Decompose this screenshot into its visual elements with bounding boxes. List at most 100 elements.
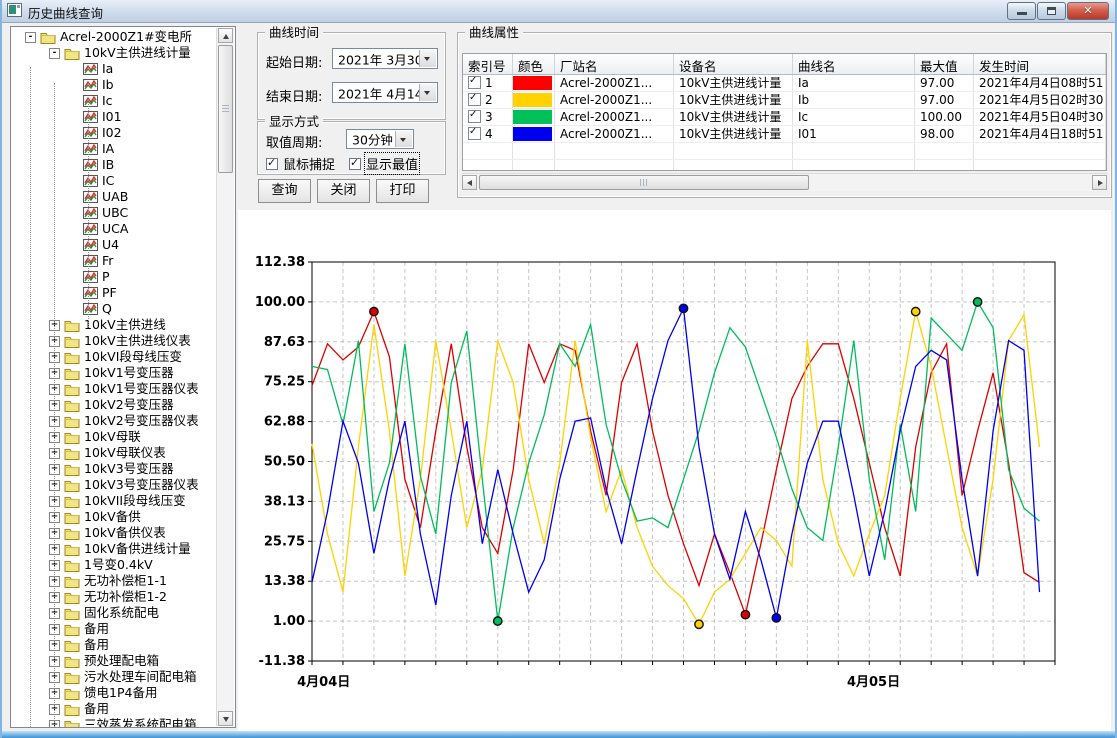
titlebar[interactable]: 历史曲线查询 ✕ xyxy=(2,0,1115,23)
tree-item-folder[interactable]: +污水处理车间配电箱 xyxy=(11,669,217,685)
scroll-left-button[interactable] xyxy=(462,175,477,190)
column-header[interactable]: 索引号 xyxy=(463,54,513,74)
tree-item-folder[interactable]: +10kV备供仪表 xyxy=(11,525,217,541)
scroll-right-button[interactable] xyxy=(1092,175,1107,190)
tree-item-folder[interactable]: -Acrel-2000Z1#变电所 xyxy=(11,29,217,45)
show-extremes-checkbox[interactable]: ✓ 显示最值 xyxy=(349,154,418,173)
row-checkbox[interactable]: ✓ xyxy=(468,76,481,89)
folder-icon xyxy=(64,463,80,476)
curve-time-group-label: 曲线时间 xyxy=(265,25,323,40)
column-header[interactable]: 厂站名 xyxy=(555,54,674,74)
column-header[interactable]: 颜色 xyxy=(513,54,555,74)
tree-item-curve[interactable]: UAB xyxy=(11,189,217,205)
tree-item-folder[interactable]: +10kVII段母线压变 xyxy=(11,493,217,509)
tree-item-curve[interactable]: P xyxy=(11,269,217,285)
tree-item-folder[interactable]: +10kV2号变压器仪表 xyxy=(11,413,217,429)
end-date-dropdown-button[interactable] xyxy=(419,84,436,101)
scroll-right-icon xyxy=(1098,180,1103,186)
tree-item-curve[interactable]: Fr xyxy=(11,253,217,269)
tree-item-folder[interactable]: +10kV母联仪表 xyxy=(11,445,217,461)
tree-item-folder[interactable]: +10kV主供进线仪表 xyxy=(11,333,217,349)
tree-item-curve[interactable]: PF xyxy=(11,285,217,301)
mouse-capture-checkbox[interactable]: ✓ 鼠标捕捉 xyxy=(266,154,335,173)
tree-item-label: 10kVI段母线压变 xyxy=(84,349,182,365)
close-button[interactable]: ✕ xyxy=(1067,2,1109,20)
tree-item-folder[interactable]: -10kV主供进线计量 xyxy=(11,45,217,61)
tree-item-folder[interactable]: +备用 xyxy=(11,637,217,653)
tree-item-label: 10kV备供 xyxy=(84,509,141,525)
tree-item-curve[interactable]: Ib xyxy=(11,77,217,93)
tree-item-curve[interactable]: IA xyxy=(11,141,217,157)
tree-item-curve[interactable]: U4 xyxy=(11,237,217,253)
scroll-up-button[interactable] xyxy=(218,28,233,43)
tree-item-folder[interactable]: +10kV3号变压器 xyxy=(11,461,217,477)
collapse-icon[interactable]: - xyxy=(49,48,60,59)
table-hscrollbar-thumb[interactable] xyxy=(479,175,809,190)
tree-item-folder[interactable]: +10kVI段母线压变 xyxy=(11,349,217,365)
print-button[interactable]: 打印 xyxy=(376,179,429,203)
tree-item-folder[interactable]: +馈电1P4备用 xyxy=(11,685,217,701)
period-select[interactable]: 30分钟 xyxy=(346,129,414,149)
column-header[interactable]: 发生时间 xyxy=(974,54,1106,74)
thumb-grip-icon xyxy=(222,105,229,113)
tree-item-folder[interactable]: +10kV主供进线 xyxy=(11,317,217,333)
column-header[interactable]: 曲线名 xyxy=(793,54,915,74)
tree-item-folder[interactable]: +10kV1号变压器 xyxy=(11,365,217,381)
table-row[interactable]: ✓3Acrel-2000Z1...10kV主供进线计量Ic100.002021年… xyxy=(463,109,1106,126)
tree-scrollbar[interactable] xyxy=(216,28,234,726)
tree-item-folder[interactable]: +备用 xyxy=(11,621,217,637)
curve-icon xyxy=(83,175,98,187)
tree-scrollbar-thumb[interactable] xyxy=(218,45,233,173)
table-hscrollbar[interactable] xyxy=(462,173,1107,191)
row-checkbox[interactable]: ✓ xyxy=(468,110,481,123)
tree-item-folder[interactable]: +10kV备供 xyxy=(11,509,217,525)
row-checkbox[interactable]: ✓ xyxy=(468,127,481,140)
curve-properties-table: 索引号颜色厂站名设备名曲线名最大值发生时间✓1Acrel-2000Z1...10… xyxy=(462,53,1107,171)
table-row[interactable]: ✓1Acrel-2000Z1...10kV主供进线计量Ia97.002021年4… xyxy=(463,75,1106,92)
restore-button[interactable] xyxy=(1037,2,1066,20)
start-date-label: 起始日期: xyxy=(266,52,322,71)
tree-item-curve[interactable]: I01 xyxy=(11,109,217,125)
tree-item-curve[interactable]: UCA xyxy=(11,221,217,237)
tree-item-folder[interactable]: +10kV母联 xyxy=(11,429,217,445)
column-header[interactable]: 设备名 xyxy=(674,54,793,74)
end-date-select[interactable]: 2021年 4月14 xyxy=(332,82,438,103)
tree-item-label: 备用 xyxy=(84,621,109,637)
start-date-dropdown-button[interactable] xyxy=(419,50,436,67)
curve-icon xyxy=(83,287,98,299)
tree-item-folder[interactable]: +1号变0.4kV xyxy=(11,557,217,573)
close-dialog-button[interactable]: 关闭 xyxy=(317,179,370,203)
empty-cell xyxy=(793,160,915,171)
query-button[interactable]: 查询 xyxy=(258,179,311,203)
tree-item-folder[interactable]: +预处理配电箱 xyxy=(11,653,217,669)
tree-item-folder[interactable]: +10kV3号变压器仪表 xyxy=(11,477,217,493)
folder-icon xyxy=(64,607,80,620)
tree-item-folder[interactable]: +固化系统配电 xyxy=(11,605,217,621)
tree-item-curve[interactable]: IB xyxy=(11,157,217,173)
tree-item-folder[interactable]: +10kV备供进线计量 xyxy=(11,541,217,557)
period-dropdown-button[interactable] xyxy=(395,131,412,147)
minimize-button[interactable] xyxy=(1007,2,1036,20)
tree-item-curve[interactable]: IC xyxy=(11,173,217,189)
row-checkbox[interactable]: ✓ xyxy=(468,93,481,106)
tree-item-curve[interactable]: Q xyxy=(11,301,217,317)
tree-item-curve[interactable]: UBC xyxy=(11,205,217,221)
tree-item-folder[interactable]: +三效蒸发系统配电箱 xyxy=(11,717,217,728)
scroll-down-button[interactable] xyxy=(218,711,233,726)
curve-icon xyxy=(83,207,98,219)
table-row[interactable]: ✓4Acrel-2000Z1...10kV主供进线计量I0198.002021年… xyxy=(463,126,1106,143)
tree-item-curve[interactable]: Ic xyxy=(11,93,217,109)
tree-item-folder[interactable]: +10kV1号变压器仪表 xyxy=(11,381,217,397)
table-row[interactable]: ✓2Acrel-2000Z1...10kV主供进线计量Ib97.002021年4… xyxy=(463,92,1106,109)
tree-item-curve[interactable]: I02 xyxy=(11,125,217,141)
empty-cell xyxy=(463,143,513,159)
collapse-icon[interactable]: - xyxy=(25,32,36,43)
tree-item-curve[interactable]: Ia xyxy=(11,61,217,77)
tree-item-folder[interactable]: +备用 xyxy=(11,701,217,717)
tree-item-folder[interactable]: +10kV2号变压器 xyxy=(11,397,217,413)
tree-item-folder[interactable]: +无功补偿柜1-1 xyxy=(11,573,217,589)
column-header[interactable]: 最大值 xyxy=(915,54,974,74)
empty-cell xyxy=(674,160,793,171)
start-date-select[interactable]: 2021年 3月30 xyxy=(332,48,438,69)
tree-item-folder[interactable]: +无功补偿柜1-2 xyxy=(11,589,217,605)
